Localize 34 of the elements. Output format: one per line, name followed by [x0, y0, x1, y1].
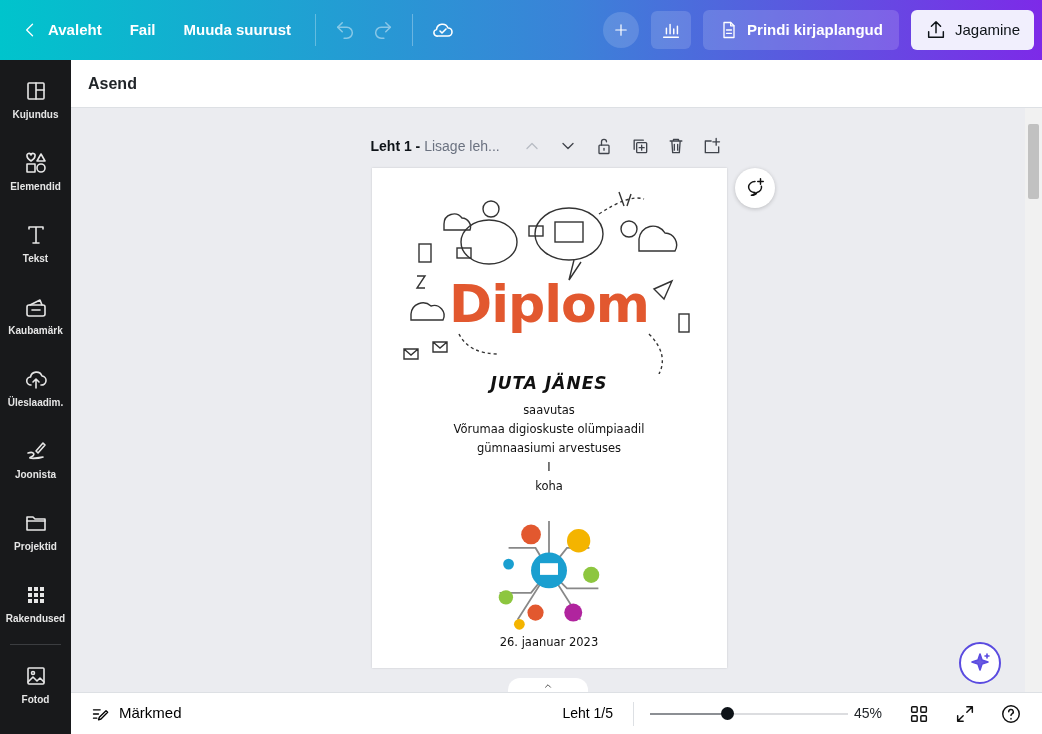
sidebar-item[interactable]: Elemendid [0, 136, 71, 208]
diploma-text: gümnaasiumi arvestuses [476, 439, 622, 457]
help-icon [1000, 702, 1022, 725]
sidebar-item[interactable]: Projektid [0, 496, 71, 568]
sidebar-item[interactable]: Üleslaadim. [0, 352, 71, 424]
share-button[interactable]: Jagamine [910, 9, 1034, 51]
redo-icon [372, 19, 394, 41]
expand-pages-handle[interactable] [508, 678, 588, 692]
page-count-button[interactable]: Leht 1/5 [558, 699, 617, 728]
diploma-text: I [547, 458, 551, 476]
diploma-text: koha [535, 477, 563, 495]
sidebar-item[interactable]: Joonista [0, 424, 71, 496]
sidebar-item[interactable]: Fotod [0, 649, 71, 721]
add-comment-button[interactable] [734, 168, 775, 208]
insights-button[interactable] [651, 11, 692, 49]
zoom-slider-thumb[interactable] [721, 706, 735, 720]
sidebar-item[interactable]: Kujundus [0, 64, 71, 136]
page-title[interactable]: Leht 1 - Lisage leh... [370, 135, 500, 157]
notes-button[interactable]: Märkmed [87, 698, 186, 729]
print-button[interactable]: Prindi kirjaplangud [703, 9, 899, 51]
diploma-text: Võrumaa digioskuste olümpiaadil [453, 420, 645, 438]
zoom-slider[interactable] [650, 706, 848, 721]
position-button[interactable]: Asend [87, 70, 138, 97]
diploma-text: saavutas [523, 401, 575, 419]
sidebar-item[interactable]: Kaubamärk [0, 280, 71, 352]
add-button[interactable] [603, 12, 640, 48]
shapes-icon [23, 150, 48, 175]
sidebar-item[interactable]: Tekst [0, 208, 71, 280]
undo-icon [334, 19, 356, 41]
zoom-reading: 45% [853, 704, 883, 723]
scrollbar-thumb[interactable] [1028, 124, 1039, 199]
diploma-date: 26. jaanuar 2023 [499, 634, 599, 651]
magic-assistant-button[interactable] [959, 642, 1001, 684]
sidebar-item[interactable]: Rakendused [0, 568, 71, 640]
